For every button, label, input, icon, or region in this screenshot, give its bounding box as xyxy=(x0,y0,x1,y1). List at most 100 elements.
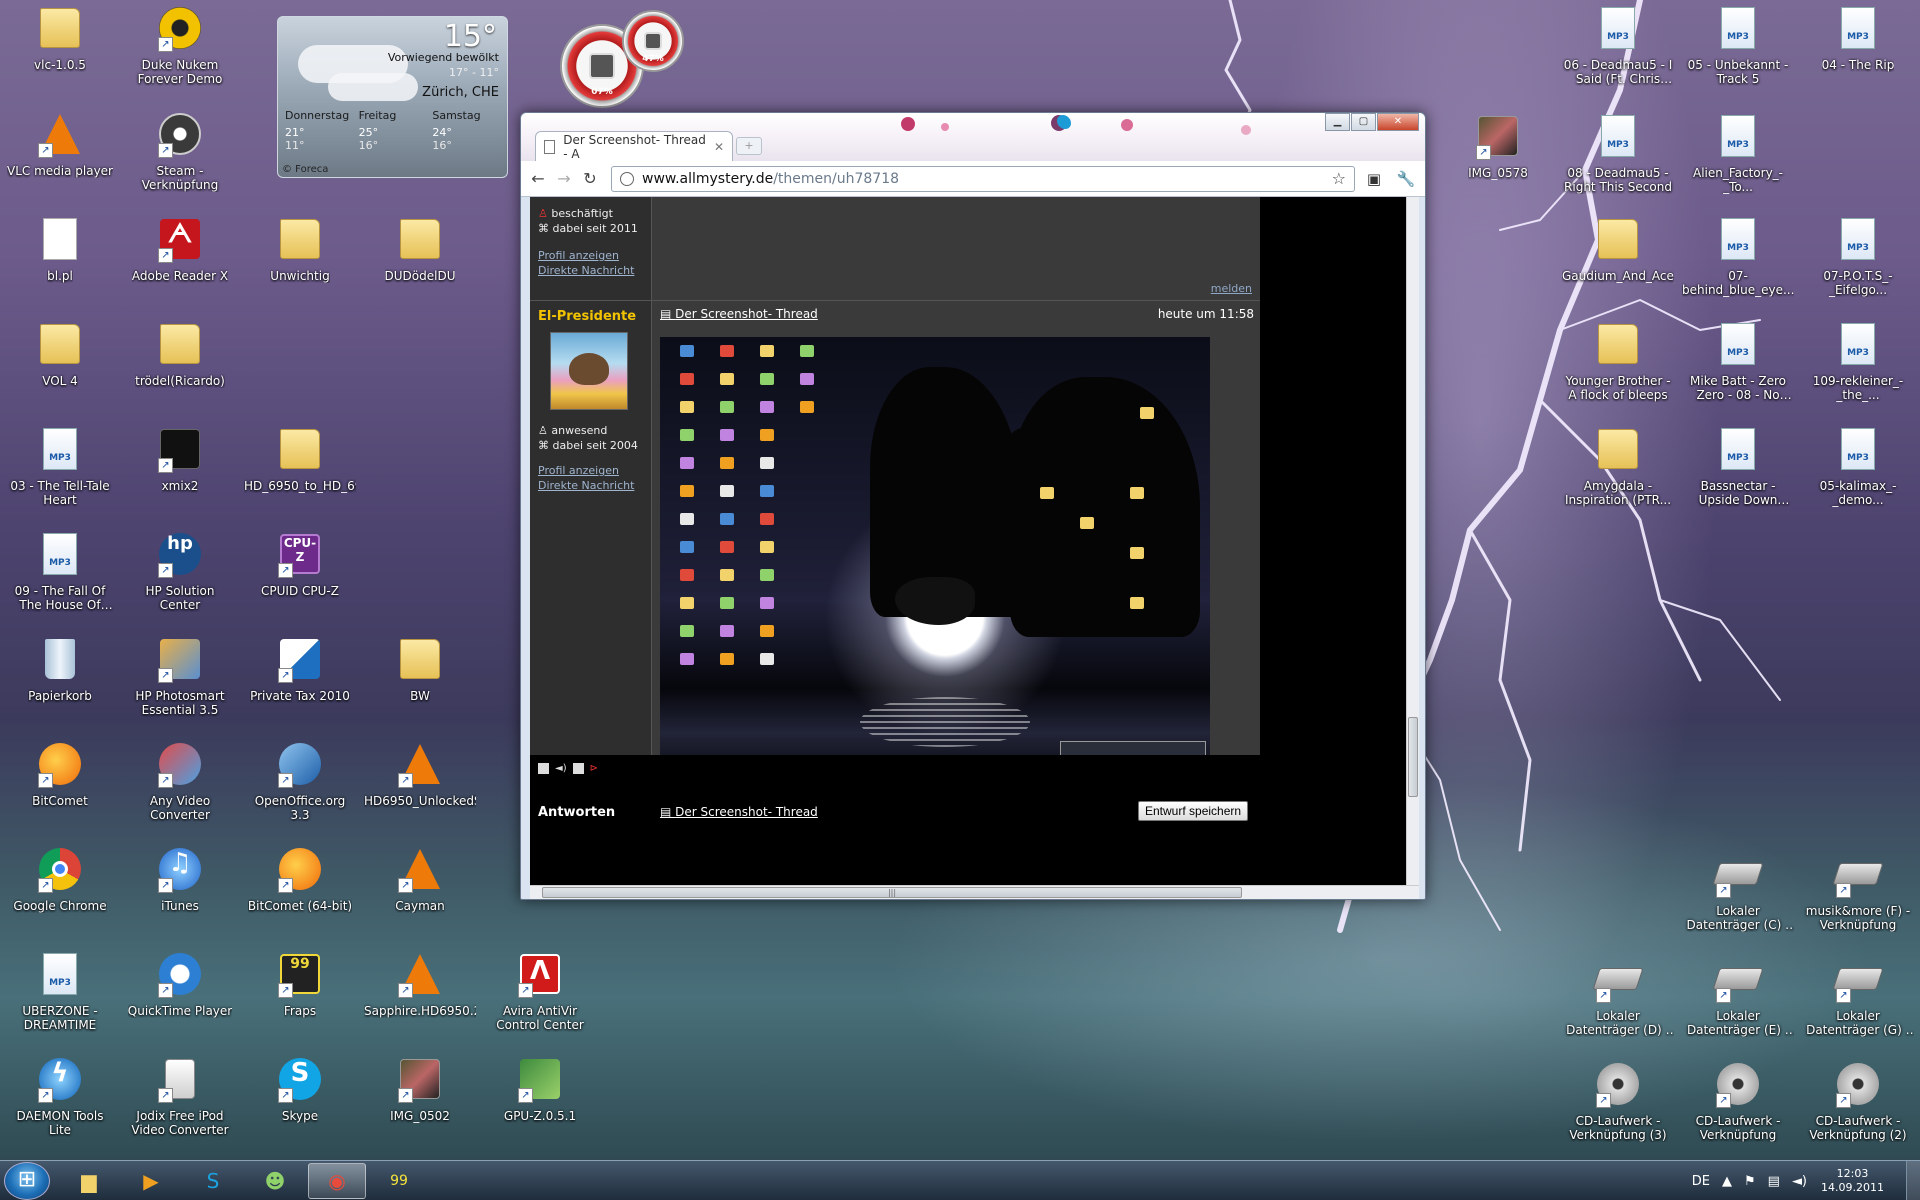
desktop-icon[interactable]: CD-Laufwerk - Verknüpfung (3) xyxy=(1562,1060,1674,1160)
checkbox-icon[interactable] xyxy=(538,763,549,774)
desktop-icon[interactable]: MP3 Bassnectar - Upside Down (Radio Edit) xyxy=(1682,425,1794,525)
desktop-icon[interactable]: Gaudium_And_Ace_... xyxy=(1562,215,1674,315)
desktop-icon[interactable]: DUDödelDU xyxy=(364,215,476,315)
desktop-icon[interactable]: Any Video Converter xyxy=(124,740,236,840)
horizontal-scrollbar[interactable]: ||| xyxy=(530,885,1419,899)
author-username[interactable]: El-Presidente xyxy=(538,309,651,324)
desktop-icon[interactable]: GPU-Z.0.5.1 xyxy=(484,1055,596,1155)
desktop-icon[interactable]: Cayman xyxy=(364,845,476,945)
desktop-icon[interactable]: ♫ iTunes xyxy=(124,845,236,945)
desktop-icon[interactable]: Jodix Free iPod Video Converter xyxy=(124,1055,236,1155)
desktop-icon[interactable]: Steam - Verknüpfung xyxy=(124,110,236,210)
save-draft-button[interactable]: Entwurf speichern xyxy=(1138,801,1249,821)
address-bar[interactable]: www.allmystery.de /themen/uh78718 ☆ xyxy=(611,165,1355,192)
vertical-scrollbar[interactable] xyxy=(1406,197,1419,887)
desktop-icon[interactable]: CPU-Z CPUID CPU-Z xyxy=(244,530,356,630)
desktop-icon[interactable]: Lokaler Datenträger (C) - Verknüpfung xyxy=(1682,850,1794,950)
desktop-icon[interactable]: MP3 UBERZONE - DREAMTIME xyxy=(4,950,116,1050)
posted-screenshot-image[interactable] xyxy=(660,337,1210,777)
back-button[interactable]: ← xyxy=(527,168,549,190)
reload-button[interactable]: ↻ xyxy=(579,168,601,190)
bookmark-star-icon[interactable]: ☆ xyxy=(1332,169,1346,188)
desktop-icon[interactable]: HP Photosmart Essential 3.5 xyxy=(124,635,236,735)
new-tab-button[interactable]: + xyxy=(736,137,762,155)
desktop-icon[interactable]: hp HP Solution Center xyxy=(124,530,236,630)
desktop-icon[interactable]: xmix2 xyxy=(124,425,236,525)
report-link[interactable]: melden xyxy=(1211,282,1252,295)
desktop-icon[interactable]: Private Tax 2010 xyxy=(244,635,356,735)
tab-close-icon[interactable]: ✕ xyxy=(714,140,724,154)
direct-message-link[interactable]: Direkte Nachricht xyxy=(538,479,651,492)
window-titlebar[interactable]: Der Screenshot- Thread - A ✕ + ▁ ▢ ✕ xyxy=(521,113,1425,161)
wrench-icon[interactable]: 🔧 xyxy=(1393,167,1419,191)
desktop-icon[interactable]: BitComet xyxy=(4,740,116,840)
desktop-icon[interactable]: MP3 07-behind_blue_eye... xyxy=(1682,215,1794,315)
desktop-icon[interactable]: ᐱ Avira AntiVir Control Center xyxy=(484,950,596,1050)
desktop-icon[interactable]: QuickTime Player xyxy=(124,950,236,1050)
taskbar-fraps[interactable]: 99 xyxy=(370,1163,428,1199)
network-icon[interactable]: ▤ xyxy=(1768,1174,1780,1189)
desktop-icon[interactable]: Papierkorb xyxy=(4,635,116,735)
profile-link[interactable]: Profil anzeigen xyxy=(538,464,651,477)
desktop-icon[interactable]: MP3 08 - Deadmau5 - Right This Second xyxy=(1562,112,1674,212)
desktop-icon[interactable]: ϟ DAEMON Tools Lite xyxy=(4,1055,116,1155)
desktop-icon[interactable]: Google Chrome xyxy=(4,845,116,945)
forward-button[interactable]: → xyxy=(553,168,575,190)
desktop-icon[interactable]: Sapphire.HD6950.2.... xyxy=(364,950,476,1050)
volume-icon[interactable]: ◄) xyxy=(1792,1174,1807,1189)
desktop-icon[interactable]: Lokaler Datenträger (E) - Verknüpfung xyxy=(1682,955,1794,1055)
desktop-icon[interactable]: MP3 109-rekleiner_-_the_... xyxy=(1802,320,1914,420)
desktop-icon[interactable]: trödel(Ricardo) xyxy=(124,320,236,420)
desktop-icon[interactable]: HD6950_UnlockedS... xyxy=(364,740,476,840)
desktop-icon[interactable]: MP3 05 - Unbekannt - Track 5 xyxy=(1682,4,1794,104)
weather-gadget[interactable]: 15° Vorwiegend bewölkt 17° - 11° Zürich,… xyxy=(277,16,508,178)
taskbar-explorer[interactable]: ▆ xyxy=(60,1163,118,1199)
desktop-icon[interactable]: MP3 09 - The Fall Of The House Of Usher (… xyxy=(4,530,116,630)
taskbar-contacts[interactable]: ☻ xyxy=(246,1163,304,1199)
chrome-window[interactable]: Der Screenshot- Thread - A ✕ + ▁ ▢ ✕ ← →… xyxy=(520,112,1426,900)
taskbar-skype[interactable]: S xyxy=(184,1163,242,1199)
show-desktop-button[interactable] xyxy=(1906,1161,1920,1200)
taskbar-media-player[interactable]: ▶ xyxy=(122,1163,180,1199)
share-icon[interactable]: ⊳ xyxy=(590,763,598,774)
tray-expand-icon[interactable]: ▲ xyxy=(1722,1174,1732,1189)
desktop-icon[interactable]: MP3 03 - The Tell-Tale Heart xyxy=(4,425,116,525)
scroll-thumb[interactable]: ||| xyxy=(542,887,1242,898)
language-indicator[interactable]: DE xyxy=(1692,1174,1710,1189)
desktop-icon[interactable]: bl.pl xyxy=(4,215,116,315)
desktop-icon[interactable]: MP3 06 - Deadmau5 - I Said (Ft. Chris Lak… xyxy=(1562,4,1674,104)
desktop-icon[interactable]: Unwichtig xyxy=(244,215,356,315)
start-button[interactable] xyxy=(4,1162,50,1200)
post-thread-title-link[interactable]: Der Screenshot- Thread xyxy=(660,307,818,321)
extension-icon[interactable]: ▣ xyxy=(1361,167,1387,191)
desktop-icon[interactable]: BitComet (64-bit) xyxy=(244,845,356,945)
checkbox-icon[interactable] xyxy=(572,763,584,774)
desktop-icon[interactable]: 99 Fraps xyxy=(244,950,356,1050)
profile-link[interactable]: Profil anzeigen xyxy=(538,249,651,262)
action-center-flag-icon[interactable]: ⚑ xyxy=(1744,1174,1756,1189)
desktop-icon[interactable]: Lokaler Datenträger (D) - Verknüpfung xyxy=(1562,955,1674,1055)
desktop-icon[interactable]: HD_6950_to_HD_69... xyxy=(244,425,356,525)
ram-meter-gadget[interactable]: 47% xyxy=(622,10,684,72)
desktop-icon[interactable]: S Skype xyxy=(244,1055,356,1155)
desktop-icon[interactable]: MP3 Mike Batt - Zero Zero - 08 - No light… xyxy=(1682,320,1794,420)
desktop-icon[interactable]: musik&more (F) - Verknüpfung xyxy=(1802,850,1914,950)
desktop-icon[interactable]: CD-Laufwerk - Verknüpfung xyxy=(1682,1060,1794,1160)
desktop-icon[interactable]: VLC media player xyxy=(4,110,116,210)
desktop-icon[interactable]: Younger Brother - A flock of bleeps xyxy=(1562,320,1674,420)
direct-message-link[interactable]: Direkte Nachricht xyxy=(538,264,651,277)
desktop-icon[interactable]: IMG_0502 xyxy=(364,1055,476,1155)
desktop-icon[interactable]: OpenOffice.org 3.3 xyxy=(244,740,356,840)
desktop-icon[interactable]: IMG_0578 xyxy=(1442,112,1554,212)
desktop-icon[interactable]: MP3 07-P.O.T.S_-_Eifelgo... xyxy=(1802,215,1914,315)
desktop-icon[interactable]: BW xyxy=(364,635,476,735)
scroll-thumb[interactable] xyxy=(1408,717,1418,797)
desktop-icon[interactable]: CD-Laufwerk - Verknüpfung (2) xyxy=(1802,1060,1914,1160)
desktop-icon[interactable]: Amygdala - Inspiration (PTR... xyxy=(1562,425,1674,525)
taskbar-chrome[interactable]: ◉ xyxy=(308,1163,366,1199)
desktop-icon[interactable]: ᗅ Adobe Reader X xyxy=(124,215,236,315)
desktop-icon[interactable]: Duke Nukem Forever Demo xyxy=(124,4,236,104)
close-button[interactable]: ✕ xyxy=(1377,113,1419,131)
desktop-icon[interactable]: Lokaler Datenträger (G) - Verknüpfung xyxy=(1802,955,1914,1055)
desktop-icon[interactable]: VOL 4 xyxy=(4,320,116,420)
